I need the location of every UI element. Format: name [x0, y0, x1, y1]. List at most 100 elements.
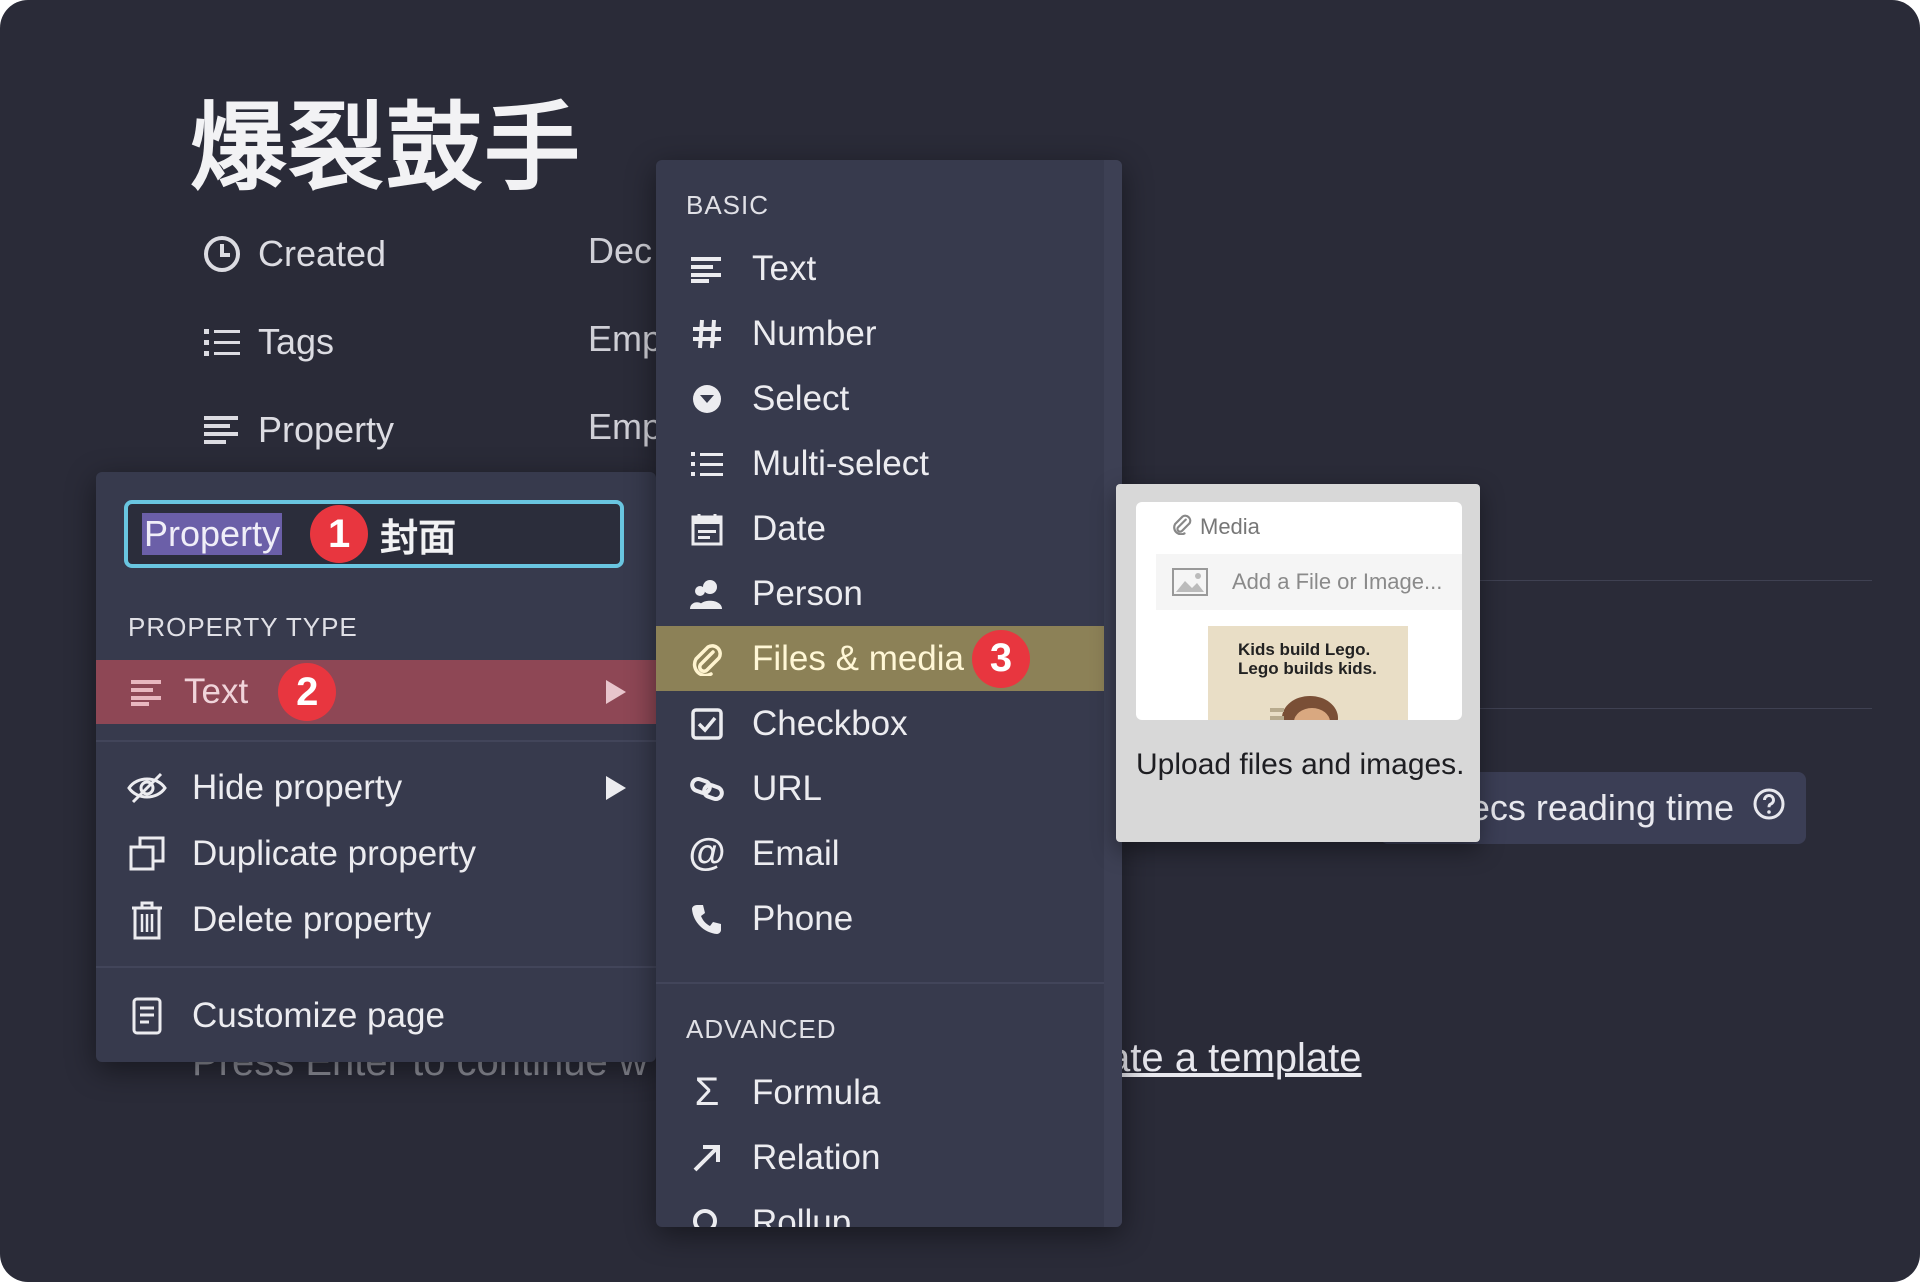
annotation-badge-3: 3 — [972, 629, 1031, 688]
paperclip-icon — [1172, 513, 1192, 541]
menu-separator — [656, 982, 1104, 984]
child-photo-illustration — [1270, 696, 1338, 720]
type-option-label: Relation — [752, 1137, 881, 1177]
property-row-property[interactable]: Property — [200, 406, 394, 454]
list-icon — [200, 320, 244, 364]
calendar-icon — [686, 508, 728, 550]
chevron-right-icon — [606, 680, 626, 704]
type-option-label: Person — [752, 573, 863, 613]
property-value[interactable]: Dec — [588, 230, 652, 272]
property-type-label: Text — [184, 672, 249, 711]
preview-sample-image: Kids build Lego. Lego builds kids. — [1208, 626, 1408, 720]
checkbox-icon — [686, 703, 728, 745]
app-window: 爆裂鼓手 Created Dec Tags Emp Property Emp e… — [0, 0, 1920, 1282]
arrow-up-right-icon — [686, 1137, 728, 1179]
menu-item-label: Delete property — [192, 900, 432, 939]
property-label: Created — [258, 233, 387, 274]
person-icon — [686, 573, 728, 615]
property-menu: Property 1 封面 PROPERTY TYPE Text 2 Hide … — [96, 472, 656, 1062]
property-label: Property — [258, 409, 395, 450]
property-type-menu: BASIC Text Number Select Multi-select Da… — [656, 160, 1122, 1227]
type-option-label: Email — [752, 833, 840, 873]
type-option-label: Date — [752, 508, 826, 548]
type-option-number[interactable]: Number — [656, 301, 1104, 366]
type-option-checkbox[interactable]: Checkbox — [656, 691, 1104, 756]
preview-description: Upload files and images. — [1136, 748, 1465, 781]
customize-page-item[interactable]: Customize page — [126, 990, 626, 1042]
type-option-label: Files & media — [752, 638, 965, 678]
menu-item-label: Customize page — [192, 996, 445, 1035]
section-label-property-type: PROPERTY TYPE — [128, 612, 358, 642]
help-circle-icon[interactable] — [1752, 787, 1786, 830]
type-option-person[interactable]: Person — [656, 561, 1104, 626]
preview-card: Media Add a File or Image... Kids build … — [1136, 502, 1462, 720]
link-icon — [686, 768, 728, 810]
menu-item-label: Hide property — [192, 768, 403, 807]
text-lines-icon — [200, 408, 244, 452]
property-name-input[interactable]: Property 1 封面 — [124, 500, 624, 568]
phone-icon — [686, 898, 728, 940]
property-type-selector[interactable]: Text 2 — [96, 660, 656, 724]
annotation-badge-2: 2 — [278, 663, 337, 721]
duplicate-icon — [126, 833, 168, 875]
delete-property-item[interactable]: Delete property — [126, 894, 626, 946]
search-icon — [686, 1202, 728, 1227]
type-option-label: URL — [752, 768, 823, 808]
type-option-files-media[interactable]: Files & media 3 — [656, 626, 1104, 691]
type-option-text[interactable]: Text — [656, 236, 1104, 301]
property-row-tags[interactable]: Tags — [200, 318, 334, 366]
type-option-label: Select — [752, 378, 850, 418]
menu-separator — [96, 740, 656, 742]
sigma-icon: Σ — [694, 1070, 720, 1114]
type-option-phone[interactable]: Phone — [656, 886, 1104, 951]
duplicate-property-item[interactable]: Duplicate property — [126, 828, 626, 880]
hash-icon — [686, 313, 728, 355]
chevron-right-icon — [606, 776, 626, 800]
hide-property-item[interactable]: Hide property — [126, 762, 626, 814]
eye-off-icon — [126, 767, 168, 809]
type-option-select[interactable]: Select — [656, 366, 1104, 431]
type-option-multi-select[interactable]: Multi-select — [656, 431, 1104, 496]
preview-header: Media — [1136, 502, 1462, 552]
image-icon — [1170, 565, 1210, 599]
property-name-suffix: 封面 — [380, 517, 457, 560]
type-option-email[interactable]: @ Email — [656, 821, 1104, 886]
preview-add-file: Add a File or Image... — [1156, 554, 1462, 610]
type-option-url[interactable]: URL — [656, 756, 1104, 821]
property-row-created[interactable]: Created — [200, 230, 386, 278]
type-option-rollup[interactable]: Rollup — [656, 1190, 1104, 1227]
template-link[interactable]: ate a template — [1108, 1036, 1362, 1081]
at-icon: @ — [688, 832, 726, 874]
reading-time-text: ecs reading time — [1469, 787, 1734, 828]
page-title: 爆裂鼓手 — [190, 95, 582, 202]
menu-item-label: Duplicate property — [192, 834, 477, 873]
section-label-basic: BASIC — [686, 190, 770, 220]
type-option-formula[interactable]: Σ Formula — [656, 1060, 1104, 1125]
type-option-date[interactable]: Date — [656, 496, 1104, 561]
preview-image-headline: Kids build Lego. Lego builds kids. — [1238, 640, 1377, 678]
select-icon — [686, 378, 728, 420]
annotation-badge-1: 1 — [310, 505, 369, 563]
menu-separator — [96, 966, 656, 968]
property-label: Tags — [258, 321, 335, 362]
type-option-label: Checkbox — [752, 703, 908, 743]
document-icon — [126, 995, 168, 1037]
type-option-label: Phone — [752, 898, 854, 938]
text-lines-icon — [686, 248, 728, 290]
property-value[interactable]: Emp — [588, 318, 662, 360]
type-option-label: Text — [752, 248, 817, 288]
type-option-label: Formula — [752, 1072, 881, 1112]
type-option-label: Multi-select — [752, 443, 929, 483]
property-value[interactable]: Emp — [588, 406, 662, 448]
text-lines-icon — [126, 671, 168, 713]
property-name-value: Property — [142, 513, 283, 555]
type-option-relation[interactable]: Relation — [656, 1125, 1104, 1190]
list-icon — [686, 443, 728, 485]
preview-add-label: Add a File or Image... — [1232, 569, 1443, 594]
type-option-label: Rollup — [752, 1202, 852, 1228]
clock-icon — [200, 232, 244, 276]
section-label-advanced: ADVANCED — [686, 1014, 837, 1044]
trash-icon — [126, 899, 168, 941]
type-option-label: Number — [752, 313, 877, 353]
files-media-preview: Media Add a File or Image... Kids build … — [1116, 484, 1480, 842]
